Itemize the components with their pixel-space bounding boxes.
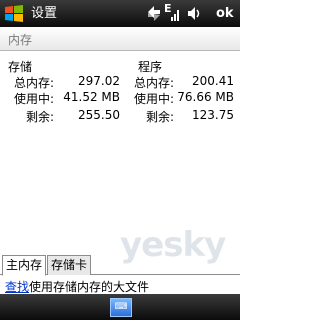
tab-main-memory[interactable]: 主内存 — [2, 255, 47, 276]
program-total-value: 200.41 — [192, 74, 234, 88]
storage-total-value: 297.02 — [78, 74, 120, 88]
menu-bar: ⌨ — [0, 294, 240, 320]
storage-used-label: 使用中: — [13, 92, 54, 106]
section-header: 内存 — [0, 27, 240, 51]
volume-icon[interactable] — [186, 4, 202, 27]
ok-button[interactable]: ok — [216, 5, 234, 22]
storage-title: 存储 — [8, 60, 33, 74]
footer-text: 使用存储内存的大文件 — [29, 280, 150, 294]
find-link[interactable]: 查找 — [5, 278, 29, 295]
tab-storage-card[interactable]: 存储卡 — [47, 255, 92, 276]
title-bar: 设置 E ok — [0, 0, 240, 27]
program-used-label: 使用中: — [133, 92, 174, 106]
program-used-value: 76.66 MB — [177, 90, 234, 104]
storage-free-label: 剩余: — [25, 110, 54, 124]
watermark-logo: yesky — [120, 225, 226, 265]
section-title: 内存 — [8, 33, 33, 47]
program-title: 程序 — [138, 60, 163, 74]
keyboard-icon[interactable]: ⌨ — [110, 298, 132, 317]
window-title: 设置 — [31, 6, 58, 21]
connectivity-icon[interactable] — [146, 4, 162, 27]
program-free-value: 123.75 — [192, 108, 234, 122]
storage-free-value: 255.50 — [78, 108, 120, 122]
windows-start-icon[interactable] — [4, 4, 24, 23]
storage-total-label: 总内存: — [13, 76, 54, 90]
program-total-label: 总内存: — [133, 76, 174, 90]
program-free-label: 剩余: — [145, 110, 174, 124]
storage-used-value: 41.52 MB — [63, 90, 120, 104]
